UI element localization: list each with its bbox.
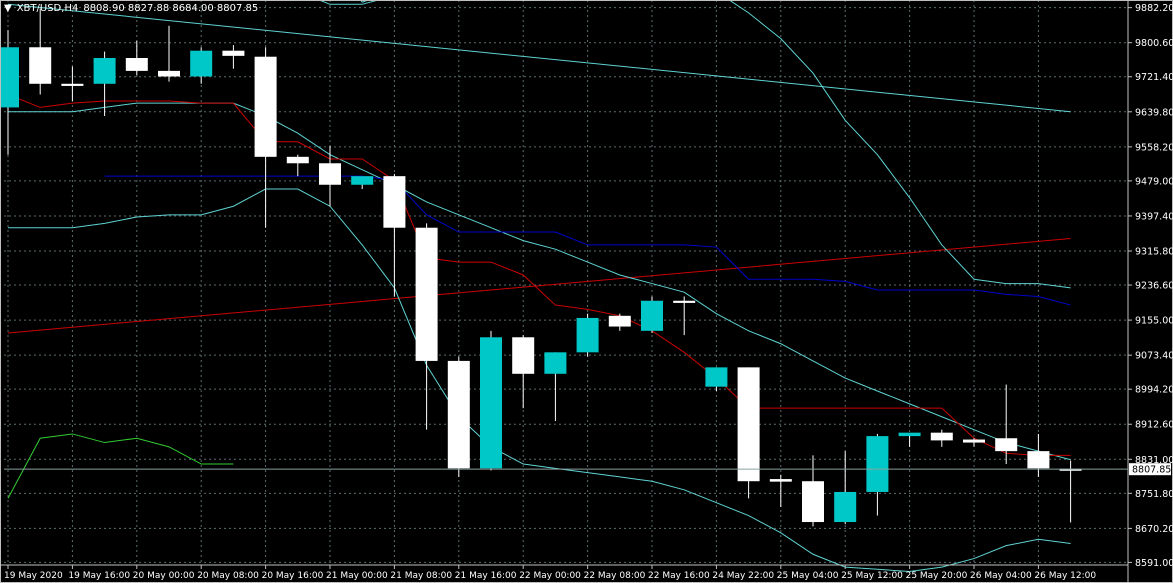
cyan-lower-band [8, 188, 1071, 572]
y-tick-label: 9397.40 [1135, 211, 1173, 222]
red-long-line [7, 237, 1071, 334]
bear-candle [319, 163, 341, 185]
x-tick-label: 19 May 16:00 [68, 571, 130, 581]
x-tick-label: 24 May 22:00 [712, 571, 774, 581]
price-chart[interactable]: 9882.20 9800.60 9721.40 9639.80 9558.20 9479.… [0, 0, 1173, 583]
bear-candle [383, 176, 406, 228]
bear-candle [222, 50, 245, 56]
bear-candle [29, 47, 52, 84]
bear-candle [158, 70, 180, 77]
x-tick-label: 25 May 12:00 [841, 571, 903, 581]
chart-grid [4, 0, 1128, 565]
bear-candle [737, 367, 760, 482]
x-tick-label: 21 May 00:00 [326, 571, 388, 581]
x-tick-label: 20 May 00:00 [133, 571, 195, 581]
x-tick-label: 21 May 16:00 [455, 571, 517, 581]
bull-candle [898, 432, 921, 437]
x-tick-label: 25 May 20:00 [906, 571, 968, 581]
current-price-label: 8807.85 [1132, 465, 1171, 476]
y-tick-label: 9721.40 [1135, 72, 1173, 83]
y-tick-label: 9073.40 [1135, 351, 1173, 362]
y-tick-label: 9882.20 [1135, 3, 1173, 14]
bear-candle [254, 56, 277, 157]
bear-candle [995, 438, 1018, 452]
bear-candle [125, 58, 148, 71]
x-tick-label: 26 May 12:00 [1034, 571, 1096, 581]
candlesticks [0, 8, 1082, 527]
bull-candle [544, 352, 567, 374]
y-tick-label: 9479.00 [1135, 176, 1173, 187]
bear-candle [930, 432, 953, 441]
bull-candle [93, 58, 116, 84]
bull-candle [480, 337, 502, 469]
x-tick-label: 26 May 04:00 [970, 571, 1032, 581]
bull-candle [190, 50, 213, 77]
red-short-line [7, 94, 1071, 456]
cyan-middle-band [8, 102, 1071, 461]
y-tick-label: 8751.80 [1135, 489, 1173, 500]
x-tick-label: 20 May 16:00 [262, 571, 324, 581]
y-tick-label: 8670.20 [1135, 524, 1173, 535]
x-tick-label: 22 May 08:00 [584, 571, 646, 581]
chart-header: ▼ XBT/USD,H4 8808.90 8827.88 8684.00 8807.… [4, 3, 263, 14]
bear-candle [286, 156, 309, 164]
bear-candle [673, 300, 696, 303]
x-tick-label: 20 May 08:00 [197, 571, 259, 581]
x-tick-label: 19 May 2020 [4, 571, 63, 581]
bull-candle [351, 176, 374, 185]
dropdown-triangle-icon[interactable]: ▼ [4, 3, 12, 14]
x-tick-label: 22 May 16:00 [648, 571, 710, 581]
ohlc-readout: 8808.90 8827.88 8684.00 8807.85 [83, 3, 259, 14]
bear-candle [769, 479, 792, 482]
bear-candle [802, 481, 824, 523]
bull-candle [0, 47, 19, 108]
bear-candle [415, 227, 438, 361]
bull-candle [705, 367, 728, 387]
y-tick-label: 9236.60 [1135, 281, 1173, 292]
chart-axes: 9882.20 9800.60 9721.40 9639.80 9558.20 9479.… [0, 0, 1173, 583]
y-tick-label: 8994.20 [1135, 385, 1173, 396]
y-tick-label: 9155.00 [1135, 316, 1173, 327]
x-tick-label: 25 May 04:00 [777, 571, 839, 581]
chart-border [0, 0, 1173, 583]
bear-candle [512, 337, 535, 374]
symbol-label: XBT/USD,H4 [16, 3, 79, 14]
bear-candle [61, 83, 84, 86]
x-tick-label: 22 May 00:00 [519, 571, 581, 581]
x-tick-label: 21 May 08:00 [390, 571, 452, 581]
bull-candle [866, 436, 889, 492]
cyan-long-line [7, 3, 1071, 113]
bear-candle [447, 360, 470, 469]
bull-candle [834, 491, 857, 523]
bear-candle [608, 315, 631, 327]
indicator-lines [7, 0, 1071, 572]
bull-candle [576, 317, 599, 353]
y-tick-label: 8591.00 [1135, 558, 1173, 569]
y-tick-label: 9639.80 [1135, 107, 1173, 118]
bull-candle [641, 300, 663, 331]
y-tick-label: 9800.60 [1135, 38, 1173, 49]
green-line [7, 433, 234, 499]
bear-candle [963, 439, 985, 443]
bear-candle [1027, 451, 1050, 469]
y-tick-label: 9315.80 [1135, 247, 1173, 258]
y-tick-label: 8912.60 [1135, 420, 1173, 431]
y-tick-label: 9558.20 [1135, 142, 1173, 153]
